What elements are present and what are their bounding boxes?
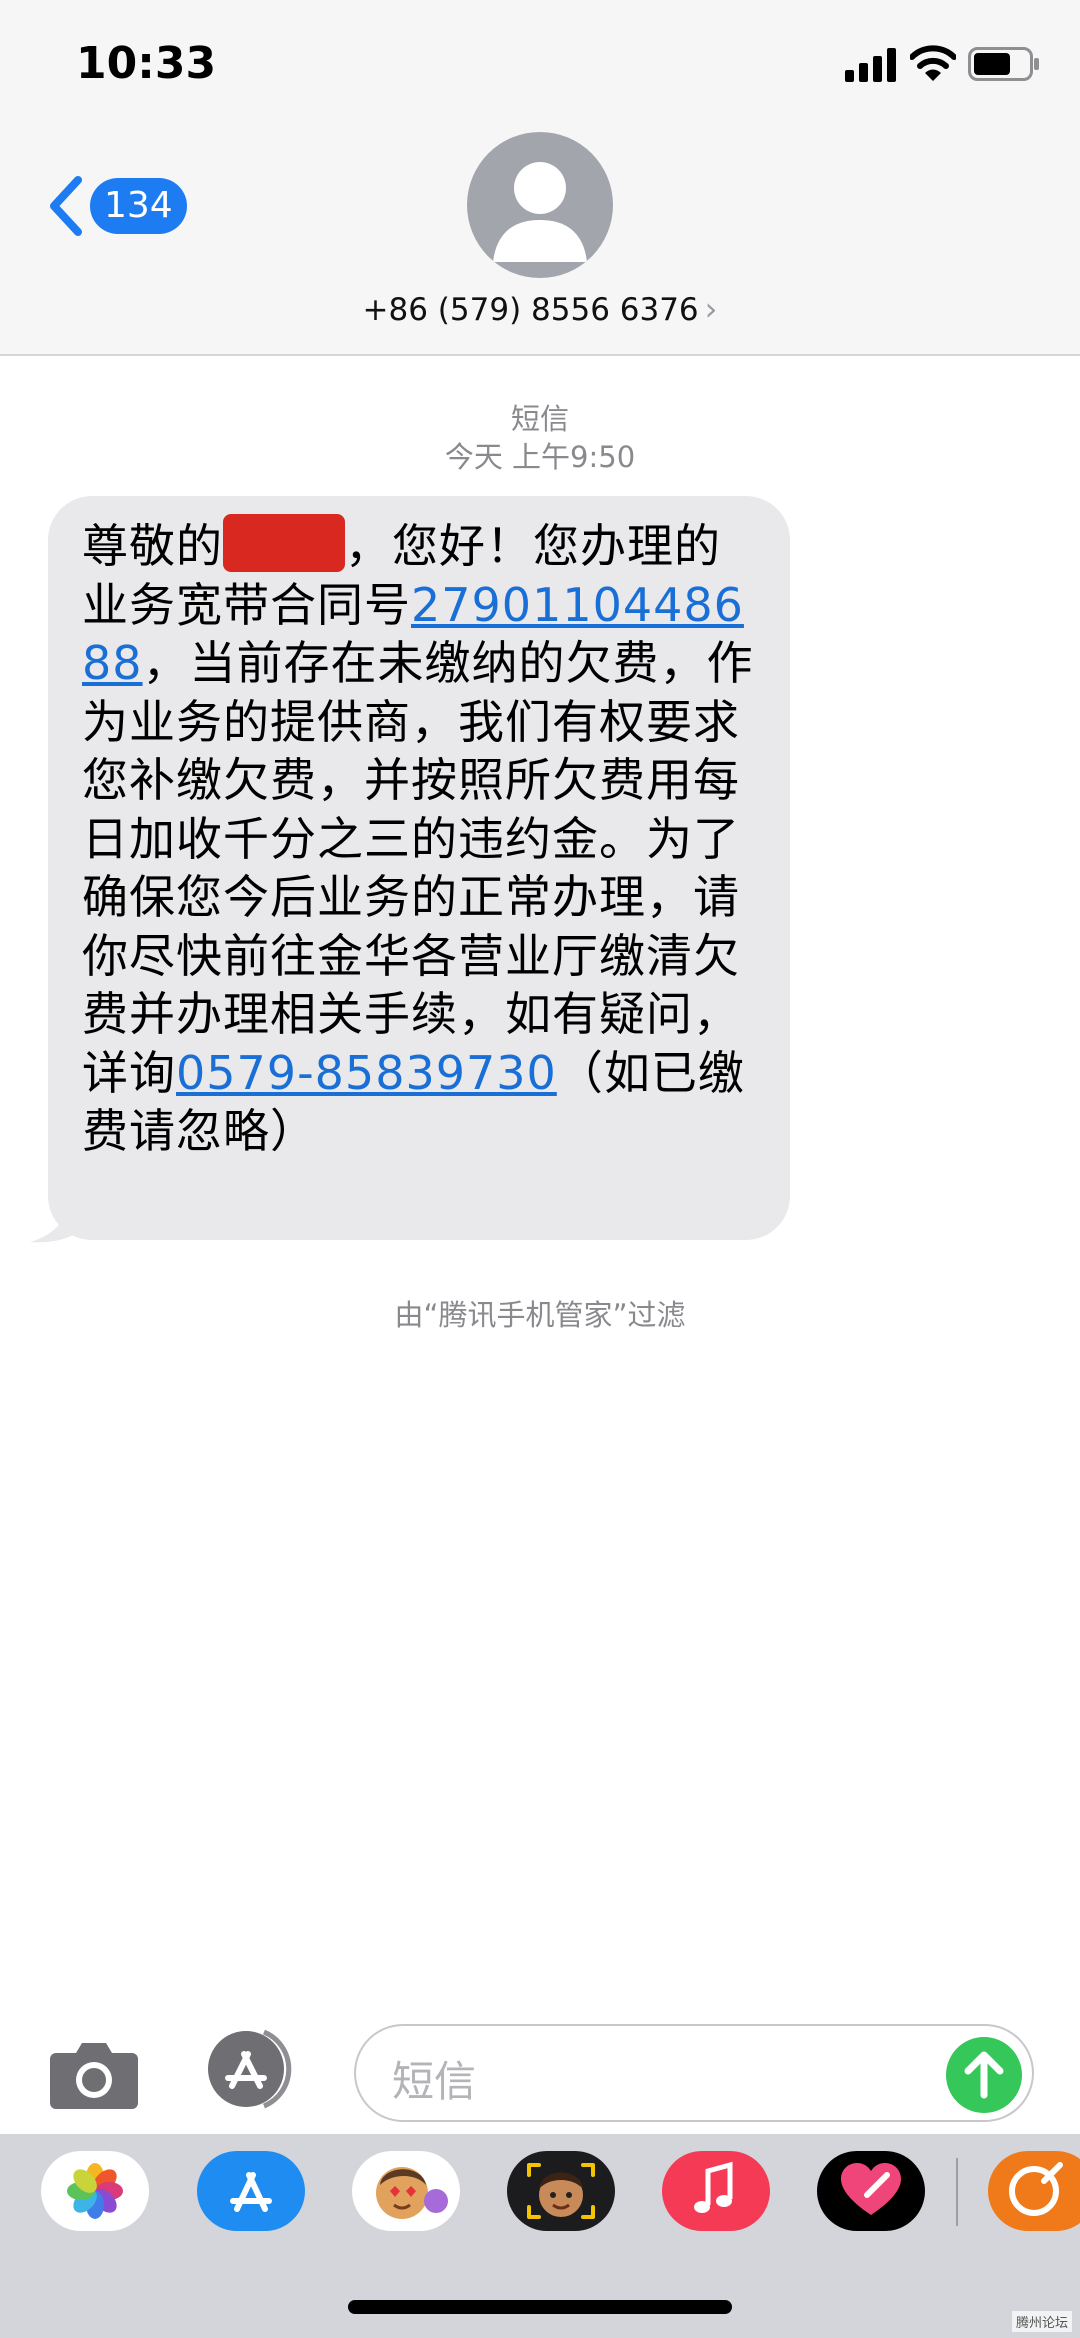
phone-number-link[interactable]: 0579-85839730 [176, 1046, 557, 1100]
drawer-divider [956, 2158, 958, 2226]
watermark: 腾州论坛 [1011, 2311, 1072, 2332]
app-store-drawer-button[interactable] [202, 2026, 302, 2112]
home-indicator[interactable] [348, 2300, 732, 2314]
wifi-icon [910, 45, 956, 81]
camera-button[interactable] [48, 2035, 140, 2111]
cellular-signal-icon [845, 48, 896, 82]
app-store-icon[interactable] [197, 2151, 305, 2231]
memoji-icon[interactable] [507, 2151, 615, 2231]
spam-filter-note: 由“腾讯手机管家”过滤 [394, 1298, 686, 1332]
digital-touch-icon[interactable] [817, 2151, 925, 2231]
contact-number: +86 (579) 8556 6376 [362, 292, 699, 328]
chevron-right-icon: › [704, 290, 718, 328]
message-text-part: 尊敬的 [82, 519, 223, 573]
send-button[interactable] [946, 2037, 1022, 2113]
memoji-stickers-icon[interactable] [352, 2151, 460, 2231]
redaction-mark [223, 514, 345, 572]
music-icon[interactable] [662, 2151, 770, 2231]
contact-name-button[interactable]: +86 (579) 8556 6376 › [0, 290, 1080, 328]
message-text-part: ，当前存在未缴纳的欠费，作为业务的提供商，我们有权要求您补缴欠费，并按照所欠费用… [82, 636, 754, 1100]
person-silhouette-icon [493, 162, 587, 262]
message-input[interactable]: 短信 [392, 2048, 476, 2109]
message-compose-field[interactable]: 短信 [354, 2024, 1034, 2122]
back-button[interactable]: 134 [44, 170, 187, 240]
chevron-left-icon [50, 176, 82, 236]
conversation-header: 10:33 134 +86 (579) 8556 6376 › [0, 0, 1080, 356]
messages-screen: 10:33 134 +86 (579) 8556 6376 › 短信 今天 上午… [0, 0, 1080, 2338]
message-text: 尊敬的 ，您好！您办理的业务宽带合同号2790110448688，当前存在未缴纳的… [82, 514, 754, 1161]
arrow-up-icon [964, 2051, 1004, 2099]
incoming-message-bubble[interactable]: 尊敬的 ，您好！您办理的业务宽带合同号2790110448688，当前存在未缴纳的… [48, 496, 790, 1240]
battery-icon [968, 47, 1039, 81]
contact-avatar[interactable] [467, 132, 613, 278]
photos-icon[interactable] [41, 2151, 149, 2231]
message-timestamp: 今天 上午9:50 [444, 440, 636, 474]
message-service-label: 短信 [510, 402, 569, 436]
third-party-app-icon[interactable] [988, 2151, 1080, 2231]
unread-count-badge: 134 [90, 178, 187, 234]
status-time: 10:33 [76, 38, 217, 89]
